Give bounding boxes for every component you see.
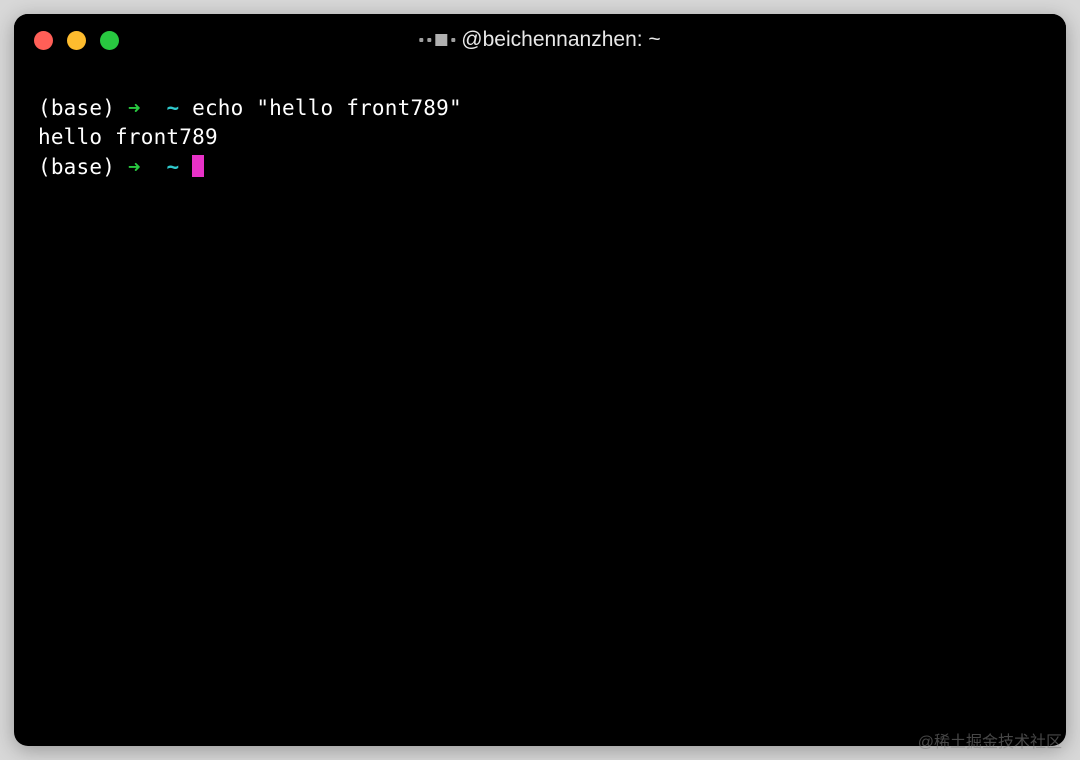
close-button[interactable] — [34, 31, 53, 50]
terminal-body[interactable]: (base) ➜ ~ echo "hello front789" hello f… — [14, 66, 1066, 746]
output-line-1: hello front789 — [38, 123, 1042, 152]
output-text: hello front789 — [38, 125, 218, 149]
cursor-icon — [192, 155, 204, 177]
window-title-text: @beichennanzhen: ~ — [461, 28, 660, 52]
titlebar[interactable]: @beichennanzhen: ~ — [14, 14, 1066, 66]
prompt-line-2: (base) ➜ ~ — [38, 153, 1042, 182]
prompt-path: ~ — [166, 96, 179, 120]
prompt-arrow: ➜ — [128, 155, 141, 179]
terminal-window: @beichennanzhen: ~ (base) ➜ ~ echo "hell… — [14, 14, 1066, 746]
prompt-line-1: (base) ➜ ~ echo "hello front789" — [38, 94, 1042, 123]
obscured-title-segment — [419, 34, 455, 46]
watermark: @稀土掘金技术社区 — [918, 728, 1062, 752]
minimize-button[interactable] — [67, 31, 86, 50]
traffic-lights — [34, 31, 119, 50]
window-title: @beichennanzhen: ~ — [419, 28, 660, 52]
prompt-env: (base) — [38, 96, 115, 120]
prompt-path: ~ — [166, 155, 179, 179]
maximize-button[interactable] — [100, 31, 119, 50]
command-text: echo "hello front789" — [192, 96, 462, 120]
prompt-env: (base) — [38, 155, 115, 179]
prompt-arrow: ➜ — [128, 96, 141, 120]
